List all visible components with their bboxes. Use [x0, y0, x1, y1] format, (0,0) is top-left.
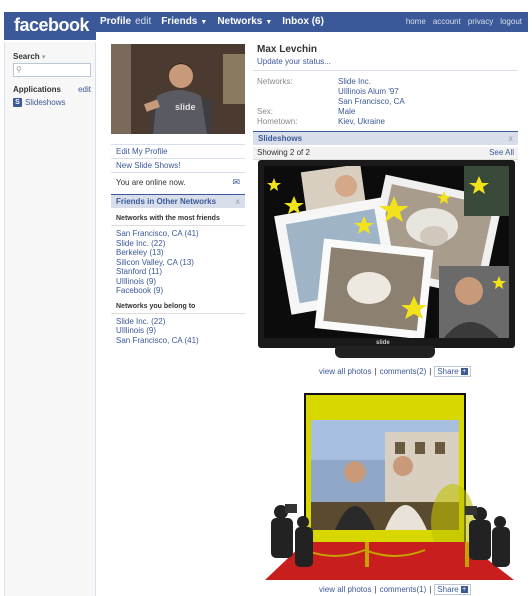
info-key: Hometown:: [257, 117, 298, 126]
chevron-down-icon[interactable]: ▾: [42, 54, 46, 61]
most-friends-heading: Networks with the most friends: [111, 208, 245, 226]
friends-other-networks-header: Friends in Other Networks x: [111, 194, 245, 208]
info-value[interactable]: UIllinois Alum '97: [338, 87, 405, 97]
chevron-down-icon[interactable]: ▼: [265, 19, 272, 26]
search-label[interactable]: Search ▾: [13, 52, 45, 61]
box-title: Friends in Other Networks: [116, 197, 217, 206]
info-row-hometown: Hometown: Kiev, Ukraine: [257, 117, 518, 127]
sidebar-item-label[interactable]: Slideshows: [25, 98, 65, 107]
list-item[interactable]: San Francisco, CA (41): [111, 336, 245, 346]
showing-count: Showing 2 of 2: [257, 148, 310, 157]
profile-photo[interactable]: slide: [111, 44, 245, 134]
edit-profile-link[interactable]: Edit My Profile: [111, 144, 245, 159]
slideshow-1-collage: [264, 166, 509, 338]
facebook-logo[interactable]: facebook: [4, 12, 96, 40]
nav-profile[interactable]: Profile: [100, 16, 131, 27]
list-item[interactable]: Slide Inc. (22): [111, 239, 245, 249]
slideshow-1-screen[interactable]: [264, 166, 509, 338]
chevron-down-icon[interactable]: ▼: [200, 19, 207, 26]
comments-link[interactable]: comments(2): [380, 367, 427, 376]
main-nav: Profile edit Friends ▼ Networks ▼ Inbox (6…: [96, 12, 528, 32]
list-item[interactable]: Slide Inc. (22): [111, 317, 245, 327]
info-value[interactable]: Kiev, Ukraine: [338, 117, 385, 127]
chat-icon[interactable]: ✉: [232, 177, 240, 188]
view-all-photos-link[interactable]: view all photos: [319, 367, 371, 376]
sidebar: Search ▾ ⚲ Applications edit S Slideshow…: [4, 42, 96, 596]
info-value[interactable]: Male: [338, 107, 355, 117]
list-item[interactable]: Facebook (9): [111, 286, 245, 296]
plus-icon: +: [460, 368, 468, 375]
comments-link[interactable]: comments(1): [380, 585, 427, 594]
nav-friends-label: Friends: [161, 16, 198, 27]
search-input[interactable]: ⚲: [13, 63, 91, 77]
new-slideshows-link[interactable]: New Slide Shows!: [111, 159, 245, 173]
see-all-link[interactable]: See All: [489, 147, 514, 159]
slideshow-2-actions: view all photos | comments(1) | Share +: [319, 584, 471, 595]
info-key: Sex:: [257, 107, 274, 116]
friends-other-networks-box: Friends in Other Networks x Networks wit…: [111, 194, 245, 345]
online-text: You are online now.: [116, 178, 186, 187]
share-button[interactable]: Share +: [434, 584, 471, 595]
tv-frame: slide: [258, 160, 515, 348]
list-item[interactable]: UIllinois (9): [111, 326, 245, 336]
slideshow-1[interactable]: slide: [258, 160, 515, 360]
share-label: Share: [437, 585, 459, 594]
sidebar-item-slideshows[interactable]: S Slideshows: [13, 98, 65, 107]
list-item[interactable]: Berkeley (13): [111, 248, 245, 258]
online-status: You are online now. ✉: [111, 177, 245, 188]
list-item[interactable]: Silicon Valley, CA (13): [111, 258, 245, 268]
profile-links: Edit My Profile New Slide Shows!: [111, 144, 245, 173]
profile-name: Max Levchin: [257, 44, 318, 55]
info-value[interactable]: San Francisco, CA: [338, 97, 405, 107]
slideshow-2[interactable]: [265, 392, 514, 580]
share-label: Share: [437, 367, 459, 376]
info-row-networks: Networks: Slide Inc. UIllinois Alum '97 …: [257, 77, 518, 107]
svg-text:slide: slide: [175, 102, 196, 112]
info-value[interactable]: Slide Inc.: [338, 77, 405, 87]
divider: [253, 70, 518, 71]
tv-stand: [335, 346, 435, 358]
view-all-photos-link[interactable]: view all photos: [319, 585, 371, 594]
list-item[interactable]: San Francisco, CA (41): [111, 229, 245, 239]
slide-s-icon: S: [13, 98, 22, 107]
search-icon: ⚲: [16, 65, 22, 74]
nav-logout[interactable]: logout: [500, 17, 522, 26]
nav-home[interactable]: home: [406, 17, 426, 26]
slideshow-1-actions: view all photos | comments(2) | Share +: [319, 366, 471, 377]
close-icon[interactable]: x: [236, 197, 240, 206]
share-button[interactable]: Share +: [434, 366, 471, 377]
slideshows-header: Slideshows x: [253, 131, 518, 145]
nav-account[interactable]: account: [433, 17, 461, 26]
nav-networks[interactable]: Networks ▼: [217, 16, 272, 27]
profile-photo-image: slide: [111, 44, 245, 134]
list-item[interactable]: Stanford (11): [111, 267, 245, 277]
nav-friends[interactable]: Friends ▼: [161, 16, 207, 27]
profile-info: Networks: Slide Inc. UIllinois Alum '97 …: [257, 77, 518, 127]
nav-privacy[interactable]: privacy: [468, 17, 493, 26]
applications-header: Applications edit: [13, 85, 91, 94]
info-row-sex: Sex: Male: [257, 107, 518, 117]
top-bar: facebook Profile edit Friends ▼ Networks ▼…: [0, 0, 532, 42]
info-key: Networks:: [257, 77, 293, 86]
status-update-link[interactable]: Update your status...: [253, 57, 518, 66]
slideshow-2-scene: [265, 392, 514, 580]
applications-edit-link[interactable]: edit: [78, 85, 91, 94]
belong-list: Slide Inc. (22) UIllinois (9) San Franci…: [111, 317, 245, 346]
applications-label: Applications: [13, 85, 62, 94]
list-item[interactable]: UIllinois (9): [111, 277, 245, 287]
box-title: Slideshows: [258, 134, 303, 143]
belong-heading: Networks you belong to: [111, 296, 245, 314]
nav-inbox[interactable]: Inbox (6): [282, 16, 324, 27]
plus-icon: +: [460, 586, 468, 593]
close-icon[interactable]: x: [509, 134, 513, 143]
nav-networks-label: Networks: [217, 16, 263, 27]
nav-profile-edit[interactable]: edit: [135, 16, 151, 27]
slideshows-subheader: Showing 2 of 2 See All: [253, 147, 518, 160]
most-friends-list: San Francisco, CA (41) Slide Inc. (22) B…: [111, 229, 245, 296]
profile-right-column: Max Levchin Update your status... Networ…: [253, 44, 518, 160]
